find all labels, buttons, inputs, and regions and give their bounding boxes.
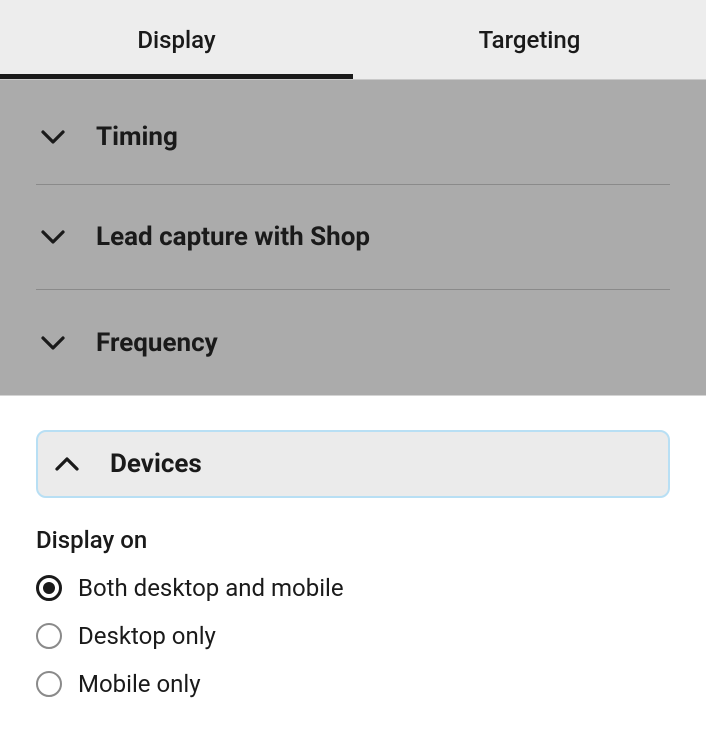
section-label: Lead capture with Shop (96, 222, 370, 252)
section-devices-header-outer: Devices (36, 396, 670, 526)
radio-label: Both desktop and mobile (78, 574, 344, 602)
section-devices-header[interactable]: Devices (36, 430, 670, 498)
section-frequency[interactable]: Frequency (36, 290, 670, 395)
section-label: Frequency (96, 328, 218, 358)
chevron-up-icon (50, 447, 84, 481)
radio-indicator (36, 575, 62, 601)
chevron-down-icon (36, 120, 70, 154)
radio-group-label: Display on (36, 526, 670, 554)
radio-label: Desktop only (78, 622, 216, 650)
accordion-collapsed-group: Timing Lead capture with Shop Frequency (0, 80, 706, 395)
radio-indicator (36, 671, 62, 697)
section-label: Devices (110, 449, 202, 479)
accordion-collapsed-inner: Timing Lead capture with Shop Frequency (0, 80, 706, 395)
tab-display[interactable]: Display (0, 0, 353, 79)
chevron-down-icon (36, 326, 70, 360)
section-lead-capture[interactable]: Lead capture with Shop (36, 185, 670, 290)
tab-active-indicator (0, 74, 353, 79)
section-timing[interactable]: Timing (36, 80, 670, 185)
radio-option-mobile[interactable]: Mobile only (36, 670, 670, 698)
chevron-down-icon (36, 220, 70, 254)
section-devices-wrap: Devices Display on Both desktop and mobi… (0, 395, 706, 698)
radio-indicator (36, 623, 62, 649)
section-label: Timing (96, 122, 178, 152)
tab-targeting[interactable]: Targeting (353, 0, 706, 79)
radio-label: Mobile only (78, 670, 201, 698)
radio-option-desktop[interactable]: Desktop only (36, 622, 670, 650)
tabs-bar: Display Targeting (0, 0, 706, 80)
radio-option-both[interactable]: Both desktop and mobile (36, 574, 670, 602)
